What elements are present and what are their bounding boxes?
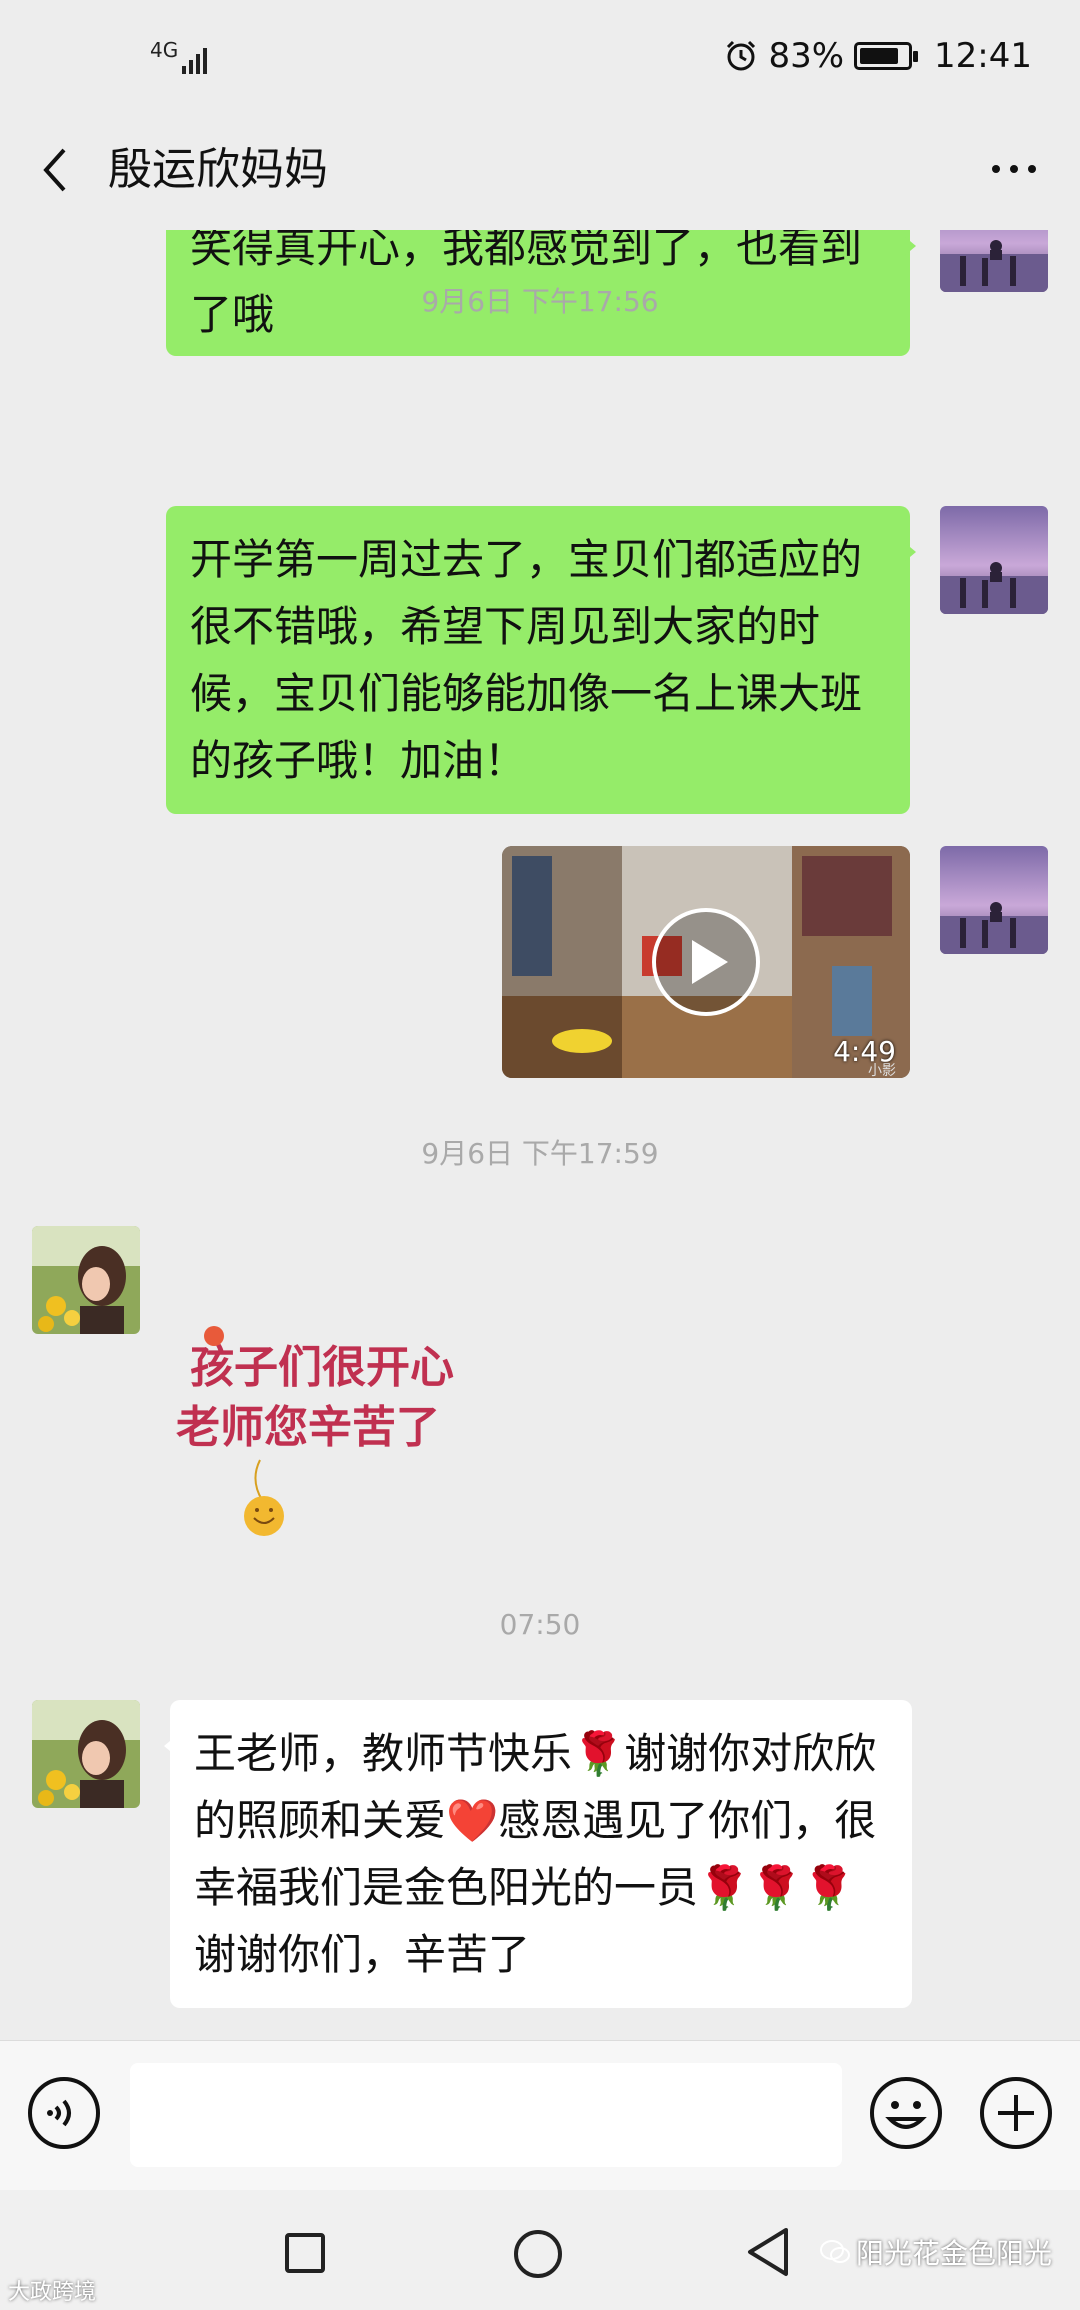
watermark-right: 阳光花金色阳光 (820, 2232, 1052, 2272)
my-avatar[interactable] (940, 846, 1048, 954)
video-source-label: 小影 (868, 1063, 896, 1078)
home-icon[interactable] (512, 2228, 564, 2280)
battery-percent: 83% (768, 36, 845, 76)
video-message[interactable]: 4:49 小影 (502, 846, 910, 1078)
more-options-icon[interactable] (986, 146, 1042, 192)
recent-apps-icon[interactable] (284, 2232, 326, 2274)
message-input[interactable] (130, 2063, 842, 2167)
status-bar: 4G 83% 12:41 (0, 0, 1080, 120)
sticker-line2: 老师您辛苦了 (176, 1402, 440, 1453)
timestamp: 9月6日 下午17:56 (421, 285, 659, 318)
timestamp: 07:50 (499, 1608, 581, 1641)
message-text: 开学第一周过去了，宝贝们都适应的很不错哦，希望下周见到大家的时候，宝贝们能够能加… (190, 535, 863, 785)
signal-icon (182, 48, 207, 74)
contact-name: 殷运欣妈妈 (108, 144, 328, 195)
network-type: 4G (150, 38, 179, 62)
input-bar (0, 2040, 1080, 2191)
battery-icon (854, 42, 919, 70)
status-right: 83% 12:41 (724, 36, 1032, 76)
nav-back-icon[interactable] (744, 2226, 792, 2278)
watermark-left: 大政跨境 (8, 2274, 96, 2306)
clock: 12:41 (934, 36, 1032, 76)
wechat-logo-icon (820, 2240, 850, 2263)
message-list[interactable]: 笑得真开心，我都感觉到了，也看到了哦 9月6日 下午17:56 开学第一周过去了… (0, 230, 1080, 2040)
watermark-right-text: 阳光花金色阳光 (856, 2237, 1053, 2270)
sticker-line1: 孩子们很开心 (190, 1342, 454, 1393)
contact-avatar[interactable] (32, 1226, 140, 1334)
more-actions-plus-icon[interactable] (978, 2075, 1054, 2151)
alarm-icon (727, 40, 756, 71)
message-bubble[interactable]: 开学第一周过去了，宝贝们都适应的很不错哦，希望下周见到大家的时候，宝贝们能够能加… (166, 506, 916, 814)
watermark-left-text: 大政跨境 (8, 2280, 97, 2305)
timestamp: 9月6日 下午17:59 (421, 1137, 659, 1170)
voice-input-icon[interactable] (26, 2075, 102, 2151)
back-arrow-icon[interactable] (36, 140, 76, 200)
my-avatar[interactable] (940, 506, 1048, 614)
message-text: 王老师，教师节快乐🌹谢谢你对欣欣的照顾和关爱❤️感恩遇见了你们，很幸福我们是金色… (194, 1729, 877, 1979)
message-bubble[interactable]: 王老师，教师节快乐🌹谢谢你对欣欣的照顾和关爱❤️感恩遇见了你们，很幸福我们是金色… (164, 1700, 912, 2008)
sticker-message[interactable]: 孩子们很开心 老师您辛苦了 (170, 1320, 500, 1550)
contact-avatar[interactable] (32, 1700, 140, 1808)
emoji-icon[interactable] (868, 2075, 944, 2151)
